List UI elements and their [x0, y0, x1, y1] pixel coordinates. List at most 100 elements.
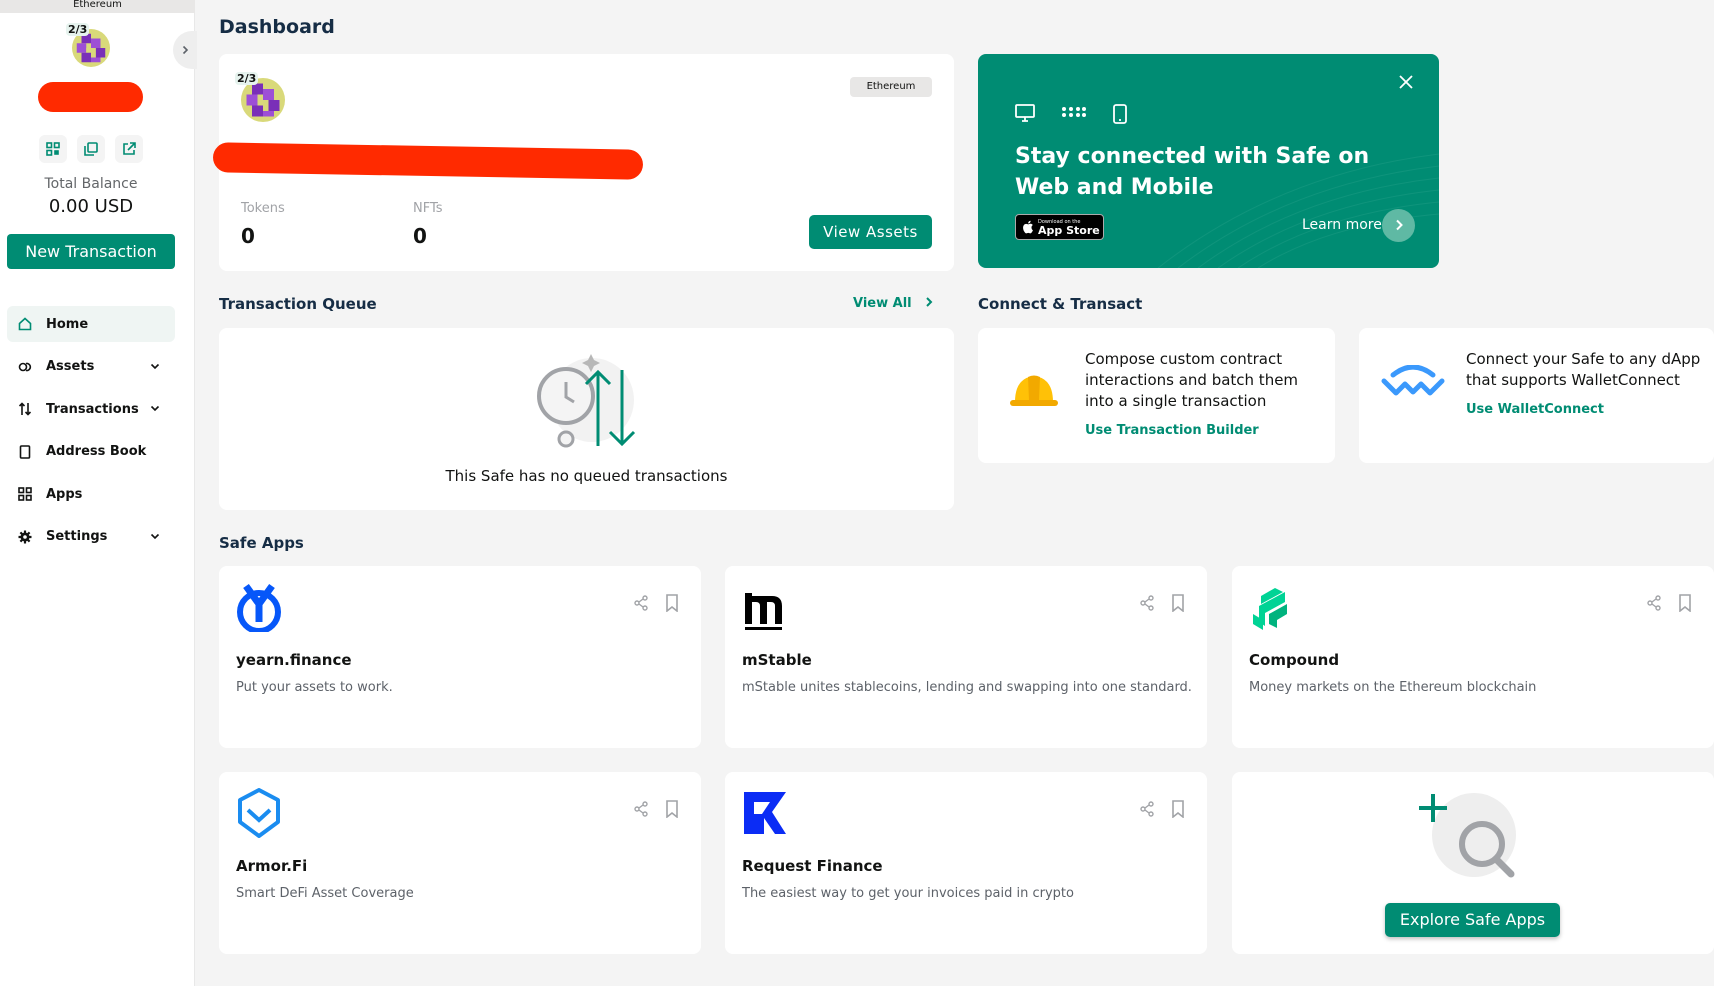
external-link-icon	[123, 142, 136, 155]
hard-hat-icon	[1010, 375, 1058, 406]
connect-transact-title: Connect & Transact	[978, 295, 1143, 313]
app-card-mstable[interactable]: mStable mStable unites stablecoins, lend…	[725, 566, 1207, 748]
sidebar-item-home[interactable]: Home	[7, 306, 175, 342]
sidebar-item-apps[interactable]: Apps	[7, 476, 175, 512]
bookmark-icon[interactable]	[1170, 594, 1186, 612]
network-strip: Ethereum	[0, 0, 195, 13]
tokens-value: 0	[241, 224, 255, 248]
share-icon[interactable]	[633, 801, 649, 817]
bookmark-icon[interactable]	[664, 594, 680, 612]
qr-code-button[interactable]	[39, 135, 67, 163]
sidebar-item-label: Address Book	[46, 444, 147, 459]
view-all-label: View All	[853, 296, 912, 311]
sidebar-item-transactions[interactable]: Transactions	[7, 391, 175, 427]
apps-icon	[18, 487, 32, 501]
bookmark-icon[interactable]	[1677, 594, 1693, 612]
chevron-down-icon	[149, 530, 161, 545]
redacted-address	[212, 142, 644, 180]
page-title: Dashboard	[219, 16, 335, 38]
view-assets-button[interactable]: View Assets	[809, 215, 932, 249]
chevron-right-icon	[1395, 219, 1403, 231]
dots-icon	[1062, 107, 1086, 117]
share-icon[interactable]	[1139, 801, 1155, 817]
app-card-compound[interactable]: Compound Money markets on the Ethereum b…	[1232, 566, 1714, 748]
sidebar-item-settings[interactable]: Settings	[7, 519, 175, 555]
transaction-queue-card: This Safe has no queued transactions	[219, 328, 954, 510]
walletconnect-text: Connect your Safe to any dApp that suppo…	[1466, 350, 1701, 389]
learn-more-link[interactable]: Learn more	[1302, 217, 1382, 233]
chevron-down-icon	[149, 402, 161, 417]
threshold-badge: 2/3	[235, 72, 259, 85]
sidebar-item-address-book[interactable]: Address Book	[7, 434, 175, 470]
app-name: Armor.Fi	[236, 857, 308, 875]
transaction-queue-title: Transaction Queue	[219, 295, 377, 313]
walletconnect-card: Connect your Safe to any dApp that suppo…	[1359, 328, 1714, 463]
share-icon[interactable]	[633, 595, 649, 611]
tokens-label: Tokens	[241, 201, 285, 216]
close-button[interactable]	[1399, 73, 1413, 94]
network-chip: Ethereum	[850, 77, 932, 97]
mstable-logo-icon	[745, 593, 782, 630]
new-transaction-button[interactable]: New Transaction	[7, 234, 175, 269]
sidebar-actions	[39, 135, 143, 163]
nfts-label: NFTs	[413, 201, 443, 216]
desktop-icon	[1015, 104, 1035, 122]
assets-icon	[18, 360, 32, 374]
redacted-name	[38, 82, 143, 112]
open-explorer-button[interactable]	[115, 135, 143, 163]
app-description: Smart DeFi Asset Coverage	[236, 886, 414, 901]
view-all-link[interactable]: View All	[853, 296, 934, 311]
copy-address-button[interactable]	[77, 135, 105, 163]
app-description: Money markets on the Ethereum blockchain	[1249, 680, 1537, 695]
empty-queue-illustration	[537, 354, 636, 448]
sidebar-item-assets[interactable]: Assets	[7, 349, 175, 385]
app-description: The easiest way to get your invoices pai…	[742, 886, 1074, 901]
app-name: yearn.finance	[236, 651, 352, 669]
qr-code-icon	[46, 142, 60, 156]
sidebar-item-label: Apps	[46, 486, 83, 502]
chevron-right-icon	[182, 45, 189, 55]
address-book-icon	[18, 444, 32, 459]
sidebar-item-label: Assets	[46, 359, 95, 374]
app-name: Request Finance	[742, 857, 883, 875]
sidebar-nav: Home Assets Transactions Address Book Ap…	[7, 306, 175, 561]
copy-icon	[84, 142, 98, 156]
sidebar-item-label: Home	[46, 316, 89, 332]
armor-shield-icon	[238, 788, 280, 838]
use-walletconnect-link[interactable]: Use WalletConnect	[1466, 402, 1604, 417]
app-name: Compound	[1249, 651, 1340, 669]
chevron-right-icon	[926, 297, 933, 307]
use-transaction-builder-link[interactable]: Use Transaction Builder	[1085, 423, 1259, 438]
safe-overview-card: 2/3 Ethereum Tokens 0 NFTs 0 View Assets	[212, 54, 954, 271]
close-icon	[1399, 75, 1413, 89]
explore-safe-apps-card: Explore Safe Apps	[1232, 772, 1714, 954]
app-card-request-finance[interactable]: Request Finance The easiest way to get y…	[725, 772, 1207, 954]
app-store-text: Download on the App Store	[1038, 219, 1100, 236]
app-card-armor[interactable]: Armor.Fi Smart DeFi Asset Coverage	[219, 772, 701, 954]
learn-more-button[interactable]	[1382, 209, 1415, 242]
sidebar: Ethereum 2/3 Total Balance 0.00 USD New …	[0, 0, 195, 986]
explore-safe-apps-button[interactable]: Explore Safe Apps	[1385, 903, 1560, 937]
chevron-down-icon	[149, 360, 161, 375]
empty-queue-text: This Safe has no queued transactions	[445, 467, 728, 485]
sidebar-item-label: Settings	[46, 529, 108, 544]
safe-apps-title: Safe Apps	[219, 534, 304, 552]
bookmark-icon[interactable]	[1170, 800, 1186, 818]
request-finance-logo-icon	[744, 792, 786, 834]
app-name: mStable	[742, 651, 812, 669]
app-description: Put your assets to work.	[236, 680, 393, 695]
walletconnect-icon	[1381, 365, 1445, 396]
yearn-logo-icon	[237, 583, 281, 632]
apple-icon	[1023, 220, 1033, 234]
app-store-badge[interactable]: Download on the App Store	[1015, 214, 1104, 240]
mobile-promo-banner: Stay connected with Safe on Web and Mobi…	[978, 54, 1439, 268]
home-icon	[18, 317, 32, 331]
app-card-yearn[interactable]: yearn.finance Put your assets to work.	[219, 566, 701, 748]
bookmark-icon[interactable]	[664, 800, 680, 818]
total-balance-value: 0.00 USD	[48, 196, 134, 217]
share-icon[interactable]	[1139, 595, 1155, 611]
transaction-builder-card: Compose custom contract interactions and…	[978, 328, 1335, 463]
sidebar-item-label: Transactions	[46, 401, 139, 417]
app-store-big-text: App Store	[1038, 223, 1100, 237]
share-icon[interactable]	[1646, 595, 1662, 611]
